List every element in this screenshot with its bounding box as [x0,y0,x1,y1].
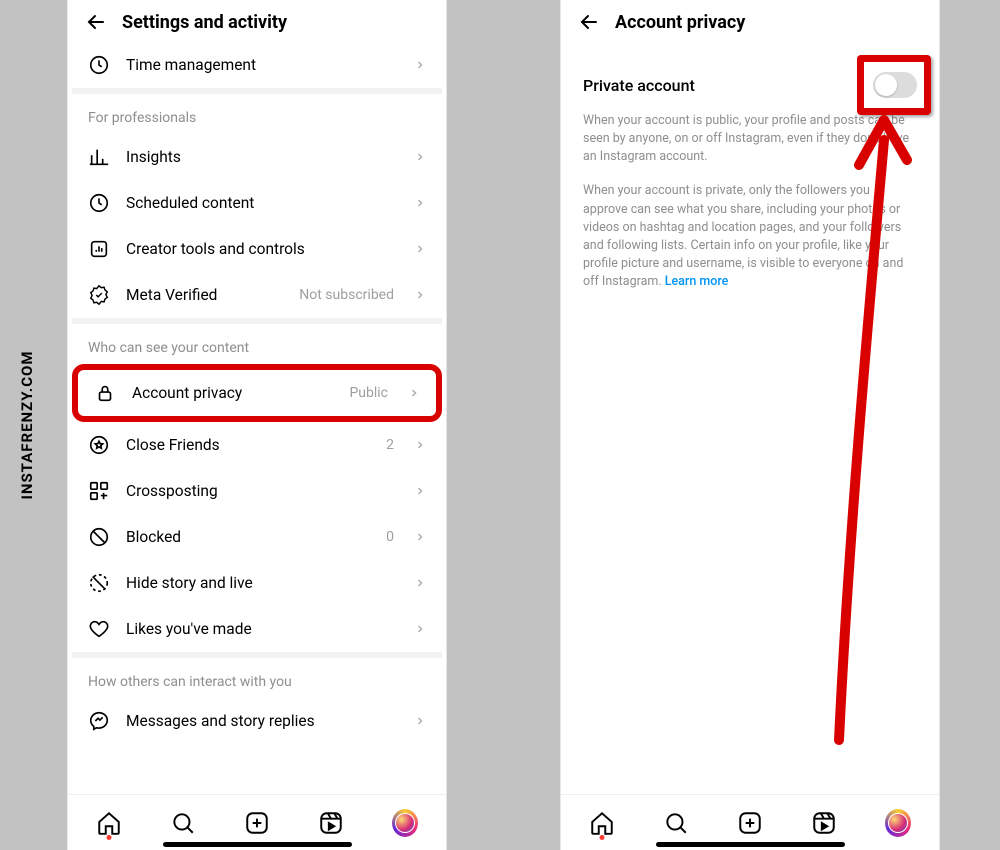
chevron-right-icon [408,384,420,403]
back-arrow-icon[interactable] [577,10,601,34]
hide-story-icon [88,572,110,594]
chevron-right-icon [414,56,426,75]
privacy-description-private: When your account is private, only the f… [565,182,935,307]
row-time-management[interactable]: Time management [72,42,442,88]
lock-icon [94,382,116,404]
row-badge: Not subscribed [299,287,394,303]
row-hide-story[interactable]: Hide story and live [72,560,442,606]
privacy-description-private-text: When your account is private, only the f… [583,183,903,289]
row-label: Meta Verified [126,286,283,304]
row-label: Insights [126,148,398,166]
phone-settings: Settings and activity Time management Fo… [67,0,447,850]
heart-icon [88,618,110,640]
privacy-description-public: When your account is public, your profil… [565,112,935,182]
clock-icon [88,54,110,76]
messenger-icon [88,710,110,732]
nav-create-icon[interactable] [737,810,763,836]
row-badge: 2 [386,437,394,453]
section-interact-title: How others can interact with you [72,658,442,698]
blocked-icon [88,526,110,548]
nav-profile-icon[interactable] [392,810,418,836]
section-visibility-title: Who can see your content [72,324,442,364]
section-professionals-title: For professionals [72,94,442,134]
row-label: Messages and story replies [126,712,398,730]
row-label: Close Friends [126,436,370,454]
page-title: Account privacy [615,12,745,33]
chevron-right-icon [414,436,426,455]
highlight-account-privacy: Account privacy Public [72,364,442,422]
notification-dot-icon [600,835,605,840]
row-label: Likes you've made [126,620,398,638]
row-label: Crossposting [126,482,398,500]
nav-search-icon[interactable] [170,810,196,836]
nav-search-icon[interactable] [663,810,689,836]
row-label: Hide story and live [126,574,398,592]
row-account-privacy[interactable]: Account privacy Public [78,370,436,416]
row-label: Creator tools and controls [126,240,398,258]
row-scheduled-content[interactable]: Scheduled content [72,180,442,226]
private-account-label: Private account [583,76,695,95]
insights-icon [88,146,110,168]
crossposting-icon [88,480,110,502]
nav-home-icon[interactable] [589,810,615,836]
header: Account privacy [565,0,935,42]
nav-reels-icon[interactable] [811,810,837,836]
nav-reels-icon[interactable] [318,810,344,836]
phone-account-privacy: Account privacy Private account When you… [560,0,940,850]
chevron-right-icon [414,528,426,547]
row-label: Account privacy [132,384,333,402]
clock-icon [88,192,110,214]
header: Settings and activity [72,0,442,42]
row-label: Time management [126,56,398,74]
chevron-right-icon [414,712,426,731]
row-label: Blocked [126,528,370,546]
row-badge: Public [349,385,388,401]
row-creator-tools[interactable]: Creator tools and controls [72,226,442,272]
notification-dot-icon [107,835,112,840]
chevron-right-icon [414,148,426,167]
star-circle-icon [88,434,110,456]
nav-create-icon[interactable] [244,810,270,836]
chevron-right-icon [414,620,426,639]
chevron-right-icon [414,194,426,213]
chevron-right-icon [414,286,426,305]
row-meta-verified[interactable]: Meta Verified Not subscribed [72,272,442,318]
row-badge: 0 [386,529,394,545]
chevron-right-icon [414,482,426,501]
chevron-right-icon [414,240,426,259]
learn-more-link[interactable]: Learn more [665,274,729,289]
row-messages-story-replies[interactable]: Messages and story replies [72,698,442,744]
gesture-bar [163,842,352,847]
row-crossposting[interactable]: Crossposting [72,468,442,514]
watermark-text: INSTAFRENZY.COM [18,350,36,499]
gesture-bar [656,842,845,847]
back-arrow-icon[interactable] [84,10,108,34]
private-account-toggle[interactable] [873,72,917,98]
row-label: Scheduled content [126,194,398,212]
nav-home-icon[interactable] [96,810,122,836]
creator-tools-icon [88,238,110,260]
chevron-right-icon [414,574,426,593]
row-close-friends[interactable]: Close Friends 2 [72,422,442,468]
page-title: Settings and activity [122,12,287,33]
nav-profile-icon[interactable] [885,810,911,836]
row-insights[interactable]: Insights [72,134,442,180]
private-account-row: Private account [565,42,935,112]
verified-badge-icon [88,284,110,306]
row-likes-made[interactable]: Likes you've made [72,606,442,652]
row-blocked[interactable]: Blocked 0 [72,514,442,560]
